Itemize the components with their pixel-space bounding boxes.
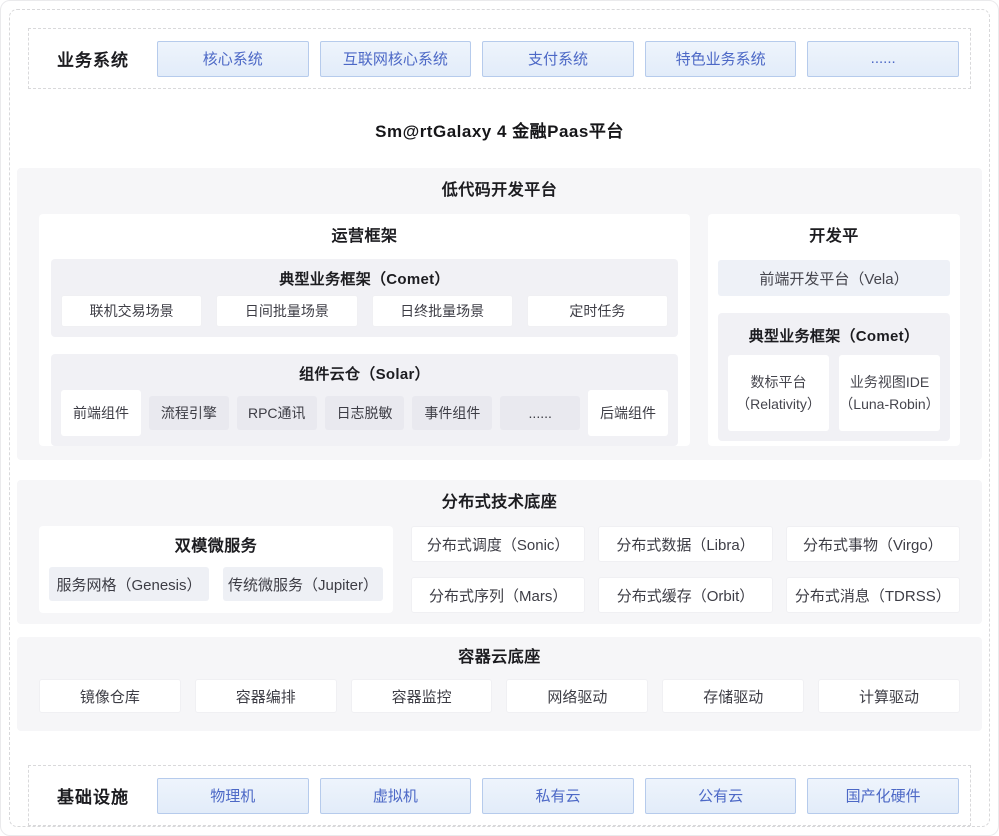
solar-component-chip[interactable]: 日志脱敏: [325, 396, 405, 430]
node-line1: 业务视图IDE: [850, 371, 929, 393]
node-line1: 数标平台: [751, 371, 807, 393]
container-cloud-panel: 容器云底座 镜像仓库 容器编排 容器监控 网络驱动 存储驱动 计算驱动: [17, 637, 982, 731]
operation-framework-title: 运营框架: [51, 214, 678, 259]
business-systems-label: 业务系统: [40, 46, 146, 71]
solar-component-chip[interactable]: 事件组件: [412, 396, 492, 430]
lowcode-body: 运营框架 典型业务框架（Comet） 联机交易场景 日间批量场景 日终批量场景 …: [39, 214, 960, 446]
distributed-service-node[interactable]: 分布式序列（Mars）: [411, 577, 585, 613]
distributed-service-node[interactable]: 分布式缓存（Orbit）: [598, 577, 772, 613]
dual-mode-pills: 服务网格（Genesis） 传统微服务（Jupiter）: [49, 567, 383, 601]
container-node[interactable]: 容器监控: [351, 679, 493, 713]
solar-component-chip[interactable]: RPC通讯: [237, 396, 317, 430]
spacer: [1, 142, 998, 168]
page-title: Sm@rtGalaxy 4 金融Paas平台: [1, 117, 998, 142]
comet-framework-title: 典型业务框架（Comet）: [61, 265, 668, 295]
operation-framework-card: 运营框架 典型业务框架（Comet） 联机交易场景 日间批量场景 日终批量场景 …: [39, 214, 690, 446]
comet-scene-button[interactable]: 定时任务: [527, 295, 668, 327]
back-component-button[interactable]: 后端组件: [588, 390, 668, 436]
infrastructure-label: 基础设施: [40, 783, 146, 808]
microservice-chip[interactable]: 服务网格（Genesis）: [49, 567, 209, 601]
container-cloud-title: 容器云底座: [39, 647, 960, 669]
distributed-body: 双模微服务 服务网格（Genesis） 传统微服务（Jupiter） 分布式调度…: [39, 526, 960, 613]
container-node[interactable]: 计算驱动: [818, 679, 960, 713]
business-system-button[interactable]: 特色业务系统: [645, 41, 797, 77]
distributed-services-grid: 分布式调度（Sonic） 分布式数据（Libra） 分布式事物（Virgo） 分…: [411, 526, 960, 613]
dev-comet-cards: 数标平台 （Relativity） 业务视图IDE （Luna-Robin）: [728, 355, 940, 431]
container-node[interactable]: 存储驱动: [662, 679, 804, 713]
distributed-service-node[interactable]: 分布式调度（Sonic）: [411, 526, 585, 562]
solar-component-chip[interactable]: 流程引擎: [149, 396, 229, 430]
infrastructure-button[interactable]: 国产化硬件: [807, 778, 959, 814]
vela-platform-pill[interactable]: 前端开发平台（Vela）: [718, 260, 950, 296]
architecture-diagram: 业务系统 核心系统 互联网核心系统 支付系统 特色业务系统 ...... Sm@…: [0, 0, 999, 836]
dev-comet-panel: 典型业务框架（Comet） 数标平台 （Relativity） 业务视图IDE …: [718, 313, 950, 441]
dual-mode-microservice-card: 双模微服务 服务网格（Genesis） 传统微服务（Jupiter）: [39, 526, 393, 613]
distributed-service-node[interactable]: 分布式数据（Libra）: [598, 526, 772, 562]
comet-scene-button[interactable]: 日终批量场景: [372, 295, 513, 327]
node-line2: （Relativity）: [736, 393, 821, 415]
business-system-button[interactable]: 互联网核心系统: [320, 41, 472, 77]
solar-component-chip[interactable]: ......: [500, 396, 580, 430]
comet-scene-button[interactable]: 联机交易场景: [61, 295, 202, 327]
comet-scenes-row: 联机交易场景 日间批量场景 日终批量场景 定时任务: [61, 295, 668, 327]
business-system-button[interactable]: 支付系统: [482, 41, 634, 77]
infrastructure-row: 基础设施 物理机 虚拟机 私有云 公有云 国产化硬件: [28, 765, 971, 826]
relativity-platform-node[interactable]: 数标平台 （Relativity）: [728, 355, 829, 431]
comet-scene-button[interactable]: 日间批量场景: [216, 295, 357, 327]
container-cloud-row: 镜像仓库 容器编排 容器监控 网络驱动 存储驱动 计算驱动: [39, 679, 960, 713]
container-node[interactable]: 网络驱动: [506, 679, 648, 713]
business-system-button[interactable]: ......: [807, 41, 959, 77]
top-spacer: [1, 1, 998, 28]
container-node[interactable]: 容器编排: [195, 679, 337, 713]
distributed-service-node[interactable]: 分布式消息（TDRSS）: [786, 577, 960, 613]
distributed-base-title: 分布式技术底座: [39, 492, 960, 514]
dev-comet-title: 典型业务框架（Comet）: [728, 319, 940, 355]
lowcode-platform-panel: 低代码开发平台 运营框架 典型业务框架（Comet） 联机交易场景 日间批量场景…: [17, 168, 982, 460]
distributed-base-panel: 分布式技术底座 双模微服务 服务网格（Genesis） 传统微服务（Jupite…: [17, 480, 982, 624]
comet-framework-panel: 典型业务框架（Comet） 联机交易场景 日间批量场景 日终批量场景 定时任务: [51, 259, 678, 337]
infrastructure-button[interactable]: 物理机: [157, 778, 309, 814]
business-system-button[interactable]: 核心系统: [157, 41, 309, 77]
infrastructure-button[interactable]: 虚拟机: [320, 778, 472, 814]
lowcode-platform-title: 低代码开发平台: [39, 180, 960, 202]
container-node[interactable]: 镜像仓库: [39, 679, 181, 713]
infrastructure-button[interactable]: 私有云: [482, 778, 634, 814]
dual-mode-title: 双模微服务: [49, 526, 383, 567]
front-component-button[interactable]: 前端组件: [61, 390, 141, 436]
solar-warehouse-title: 组件云仓（Solar）: [61, 360, 668, 390]
solar-warehouse-panel: 组件云仓（Solar） 前端组件 流程引擎 RPC通讯 日志脱敏 事件组件 ..…: [51, 354, 678, 446]
dev-platform-card: 开发平 前端开发平台（Vela） 典型业务框架（Comet） 数标平台 （Rel…: [708, 214, 960, 446]
business-systems-row: 业务系统 核心系统 互联网核心系统 支付系统 特色业务系统 ......: [28, 28, 971, 89]
solar-components-row: 前端组件 流程引擎 RPC通讯 日志脱敏 事件组件 ...... 后端组件: [61, 390, 668, 436]
infrastructure-button[interactable]: 公有云: [645, 778, 797, 814]
luna-robin-ide-node[interactable]: 业务视图IDE （Luna-Robin）: [839, 355, 940, 431]
dev-platform-title: 开发平: [718, 214, 950, 260]
node-line2: （Luna-Robin）: [839, 393, 939, 415]
microservice-chip[interactable]: 传统微服务（Jupiter）: [223, 567, 383, 601]
distributed-service-node[interactable]: 分布式事物（Virgo）: [786, 526, 960, 562]
